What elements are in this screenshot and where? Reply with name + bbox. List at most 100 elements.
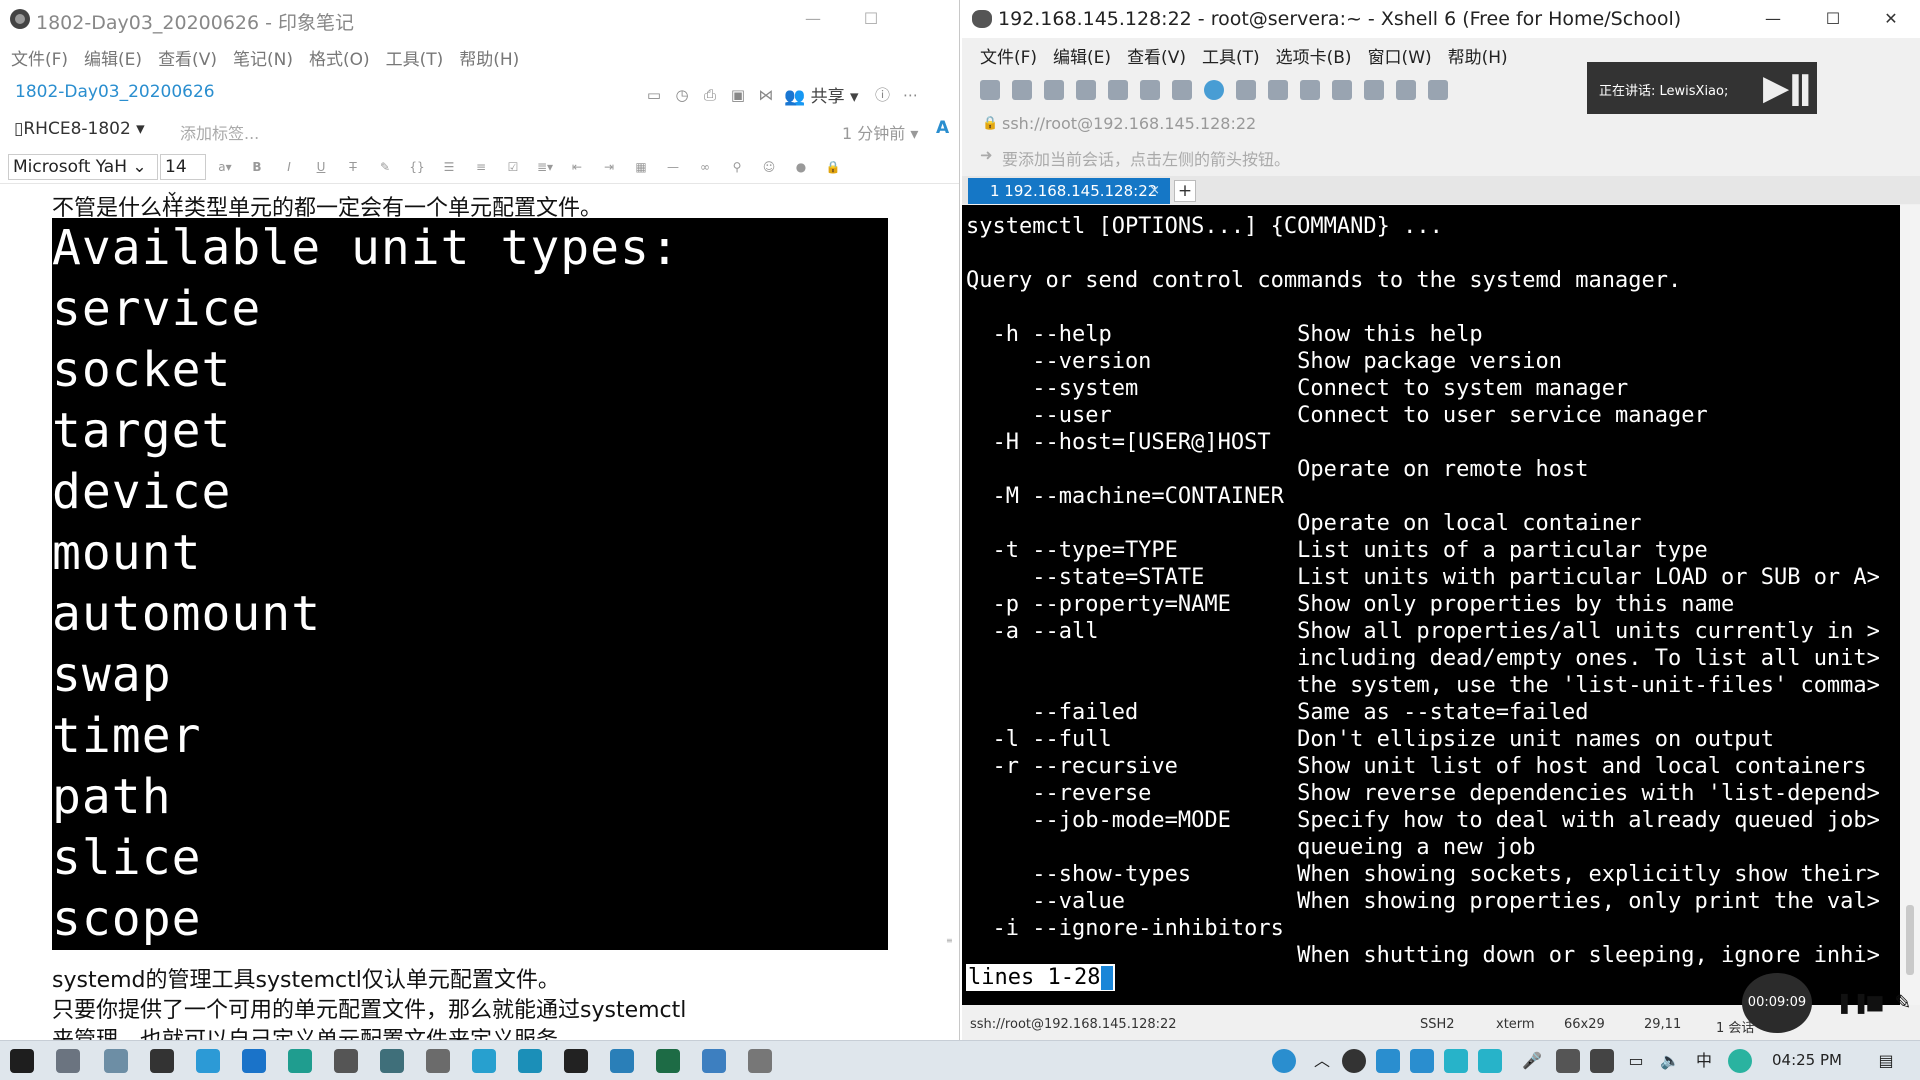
disconnect-icon[interactable] xyxy=(1076,80,1096,100)
outdent-icon[interactable]: ⇤ xyxy=(568,158,586,176)
table-icon[interactable]: ▦ xyxy=(632,158,650,176)
notification-icon[interactable]: ▤ xyxy=(1874,1049,1898,1073)
highlight-icon[interactable]: ✎ xyxy=(376,158,394,176)
lock-icon[interactable] xyxy=(1364,80,1384,100)
checkbox-icon[interactable]: ☑ xyxy=(504,158,522,176)
help-icon[interactable] xyxy=(1272,1049,1296,1073)
add-tab-button[interactable]: + xyxy=(1174,180,1196,202)
stop-icon[interactable]: ■ xyxy=(1864,991,1886,1013)
open-session-icon[interactable] xyxy=(1012,80,1032,100)
app-icon[interactable] xyxy=(334,1049,358,1073)
copy-icon[interactable] xyxy=(1172,80,1192,100)
attachment-icon[interactable]: ⚲ xyxy=(728,158,746,176)
close-icon[interactable]: ✕ xyxy=(1876,6,1906,32)
file-explorer-icon[interactable] xyxy=(104,1049,128,1073)
script-icon[interactable] xyxy=(1236,80,1256,100)
new-session-icon[interactable] xyxy=(980,80,1000,100)
edge-icon[interactable] xyxy=(242,1049,266,1073)
minimize-icon[interactable]: — xyxy=(1758,6,1788,32)
xftp-icon[interactable] xyxy=(1268,80,1288,100)
more-icon[interactable]: ⋯ xyxy=(901,85,921,105)
taskbar-clock[interactable]: 04:25 PM xyxy=(1772,1051,1842,1069)
info-icon[interactable]: ⓘ xyxy=(873,85,893,105)
globe-icon[interactable] xyxy=(1204,80,1224,100)
browser-icon[interactable] xyxy=(196,1049,220,1073)
terminal-scrollbar[interactable] xyxy=(1900,205,1920,1005)
tray-icon[interactable] xyxy=(1478,1049,1502,1073)
app-icon[interactable] xyxy=(150,1049,174,1073)
tray-icon[interactable] xyxy=(1728,1049,1752,1073)
fullscreen-icon[interactable] xyxy=(1332,80,1352,100)
app-icon[interactable] xyxy=(610,1049,634,1073)
app-icon[interactable] xyxy=(380,1049,404,1073)
app-icon[interactable] xyxy=(748,1049,772,1073)
app-icon[interactable] xyxy=(518,1049,542,1073)
terminal[interactable]: systemctl [OPTIONS...] {COMMAND} ... Quer… xyxy=(962,205,1900,1005)
menu-view[interactable]: 查看(V) xyxy=(158,45,217,70)
record-icon[interactable]: ● xyxy=(792,158,810,176)
properties-icon[interactable] xyxy=(1108,80,1128,100)
menu-note[interactable]: 笔记(N) xyxy=(233,45,293,70)
xmanager-icon[interactable] xyxy=(1300,80,1320,100)
keyboard-icon[interactable] xyxy=(1396,80,1416,100)
xshell-taskbar-icon[interactable] xyxy=(564,1049,588,1073)
align-icon[interactable]: ≣▾ xyxy=(536,158,554,176)
note-editor[interactable]: 不管是什么样类型单元的都一定会有一个单元配置文件。 Available unit… xyxy=(0,186,958,1040)
volume-icon[interactable]: 🔈 xyxy=(1658,1049,1682,1073)
menu-tools[interactable]: 工具(T) xyxy=(386,45,444,70)
ime-icon[interactable]: 中 xyxy=(1692,1049,1716,1073)
italic-icon[interactable]: I xyxy=(280,158,298,176)
menu-file[interactable]: 文件(F) xyxy=(11,45,68,70)
excel-icon[interactable] xyxy=(656,1049,680,1073)
numbered-list-icon[interactable]: ≡ xyxy=(472,158,490,176)
app-icon[interactable] xyxy=(288,1049,312,1073)
app-icon[interactable] xyxy=(472,1049,496,1073)
horizontal-rule-icon[interactable]: — xyxy=(664,158,682,176)
tray-icon[interactable] xyxy=(1556,1049,1580,1073)
menu-tools[interactable]: 工具(T) xyxy=(1202,43,1260,68)
share-network-icon[interactable]: ⋈ xyxy=(756,85,776,105)
network-icon[interactable]: ▭ xyxy=(1624,1049,1648,1073)
scrollbar-thumb[interactable] xyxy=(1906,905,1914,975)
maximize-icon[interactable]: ☐ xyxy=(856,6,886,32)
maximize-icon[interactable]: ☐ xyxy=(1818,6,1848,32)
pen-icon[interactable]: ✎ xyxy=(1892,991,1914,1013)
tray-icon[interactable] xyxy=(1444,1049,1468,1073)
text-style-icon[interactable]: A xyxy=(936,118,949,138)
minimize-icon[interactable]: — xyxy=(798,6,828,32)
add-tag-input[interactable]: 添加标签... xyxy=(180,120,259,144)
note-info-icon[interactable]: ▭ xyxy=(644,85,664,105)
start-icon[interactable] xyxy=(10,1049,34,1073)
app-icon[interactable] xyxy=(426,1049,450,1073)
share-button[interactable]: 👥 共享 ▾ xyxy=(784,82,859,107)
menu-tabs[interactable]: 选项卡(B) xyxy=(1276,43,1352,68)
bullet-list-icon[interactable]: ☰ xyxy=(440,158,458,176)
print-icon[interactable]: ⎙ xyxy=(700,85,720,105)
microphone-icon[interactable]: 🎤 xyxy=(1520,1049,1544,1073)
task-view-icon[interactable] xyxy=(56,1049,80,1073)
menu-file[interactable]: 文件(F) xyxy=(980,43,1037,68)
bold-icon[interactable]: B xyxy=(248,158,266,176)
emoji-icon[interactable]: ☺ xyxy=(760,158,778,176)
battery-icon[interactable] xyxy=(1590,1049,1614,1073)
underline-icon[interactable]: U xyxy=(312,158,330,176)
menu-help[interactable]: 帮助(H) xyxy=(1448,43,1508,68)
compose-icon[interactable] xyxy=(1428,80,1448,100)
code-block-icon[interactable]: {} xyxy=(408,158,426,176)
tab-session-1[interactable]: 1 192.168.145.128:22 × xyxy=(968,178,1170,204)
menu-edit[interactable]: 编辑(E) xyxy=(84,45,142,70)
font-family-select[interactable]: Microsoft YaH ⌄ xyxy=(8,154,158,180)
menu-view[interactable]: 查看(V) xyxy=(1127,43,1186,68)
menu-window[interactable]: 窗口(W) xyxy=(1368,43,1432,68)
font-color-icon[interactable]: a▾ xyxy=(216,158,234,176)
pause-icon[interactable]: ❚❚ xyxy=(1836,991,1870,1013)
menu-format[interactable]: 格式(O) xyxy=(309,45,370,70)
encrypt-icon[interactable]: 🔒 xyxy=(824,158,842,176)
font-size-select[interactable]: 14 ⌄ xyxy=(160,154,206,201)
chevron-up-icon[interactable]: ︿ xyxy=(1310,1049,1334,1073)
link-icon[interactable]: ∞ xyxy=(696,158,714,176)
tray-icon[interactable] xyxy=(1342,1049,1366,1073)
tray-icon[interactable] xyxy=(1376,1049,1400,1073)
address-bar[interactable]: 🔒 ssh://root@192.168.145.128:22 xyxy=(962,110,1920,140)
reminder-icon[interactable]: ◷ xyxy=(672,85,692,105)
